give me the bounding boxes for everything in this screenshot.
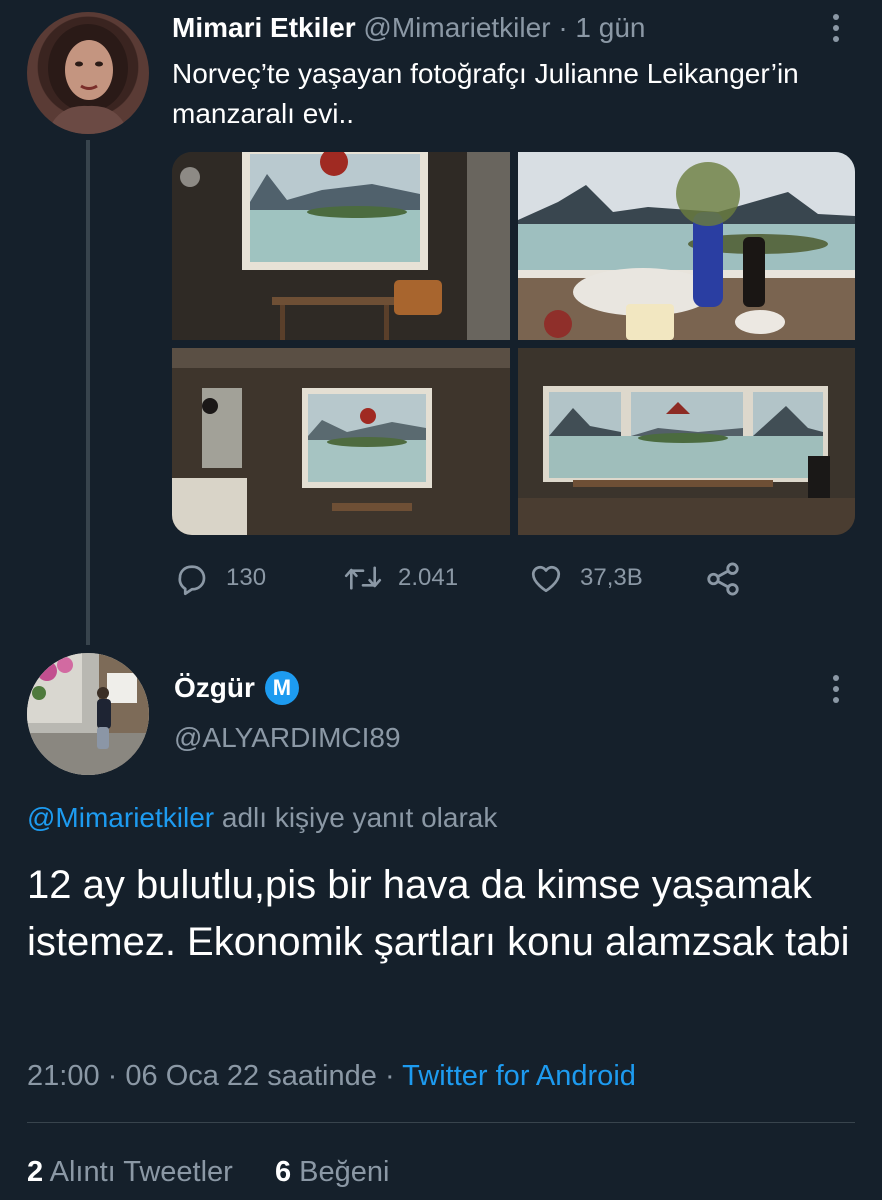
share-icon (707, 562, 739, 596)
like-action[interactable]: 37,3B (528, 560, 643, 596)
retweet-icon (344, 566, 382, 590)
quote-count: 2 (27, 1156, 44, 1188)
tweet-header: Mimari Etkiler @Mimarietkiler · 1 gün (172, 10, 646, 46)
reply-date[interactable]: 06 Oca 22 saatinde (125, 1060, 377, 1092)
heart-icon (531, 565, 561, 593)
retweet-action[interactable]: 2.041 (344, 560, 458, 596)
header-separator: · (558, 12, 568, 43)
avatar-photo (27, 653, 149, 775)
reply-author-name[interactable]: Özgür (174, 670, 255, 706)
reply-author-avatar[interactable] (27, 653, 149, 775)
meta-separator-1: · (107, 1060, 118, 1092)
reply-context: @Mimarietkiler adlı kişiye yanıt olarak (27, 798, 497, 838)
quote-tweets-stat[interactable]: 2 Alıntı Tweetler (27, 1156, 233, 1188)
reply-icon (178, 565, 206, 596)
media-photo-2[interactable] (518, 152, 855, 340)
reply-more-options-icon[interactable] (833, 675, 839, 708)
author-name[interactable]: Mimari Etkiler (172, 12, 356, 43)
like-count: 37,3B (580, 564, 643, 591)
avatar-portrait (47, 24, 129, 134)
reply-stats: 2 Alıntı Tweetler 6 Beğeni (27, 1152, 389, 1192)
reply-to-suffix: adlı kişiye yanıt olarak (214, 802, 498, 833)
author-avatar[interactable] (27, 12, 149, 134)
meta-separator-2: · (384, 1060, 395, 1092)
reply-metadata: 21:00 · 06 Oca 22 saatinde · Twitter for… (27, 1056, 636, 1096)
reply-to-handle[interactable]: @Mimarietkiler (27, 802, 214, 833)
reply-action[interactable]: 130 (174, 560, 266, 596)
reply-header: Özgür M (174, 670, 299, 706)
m-badge-icon: M (264, 671, 299, 705)
share-action[interactable] (704, 560, 758, 598)
reply-text: 12 ay bulutlu,pis bir hava da kimse yaşa… (27, 863, 850, 964)
divider (27, 1122, 855, 1123)
reply-like-count: 6 (274, 1156, 292, 1188)
thread-line (86, 140, 90, 645)
tweet-text: Norveç’te yaşayan fotoğrafçı Julianne Le… (172, 58, 799, 129)
media-photo-3[interactable] (172, 348, 510, 535)
tweet-time[interactable]: 1 gün (575, 12, 645, 43)
more-options-icon[interactable] (833, 14, 839, 47)
media-photo-1[interactable] (172, 152, 510, 340)
likes-stat[interactable]: 6 Beğeni (275, 1156, 390, 1188)
media-photo-4[interactable] (518, 348, 855, 535)
reply-time[interactable]: 21:00 (27, 1060, 100, 1092)
media-grid (172, 152, 855, 535)
author-handle[interactable]: @Mimarietkiler (363, 12, 550, 43)
reply-source[interactable]: Twitter for Android (402, 1060, 636, 1092)
retweet-count: 2.041 (398, 564, 459, 591)
reply-author-handle[interactable]: @ALYARDIMCI89 (174, 720, 401, 756)
reply-count: 130 (226, 564, 267, 591)
like-label: Beğeni (291, 1156, 390, 1188)
quote-label: Alıntı Tweetler (43, 1156, 233, 1188)
